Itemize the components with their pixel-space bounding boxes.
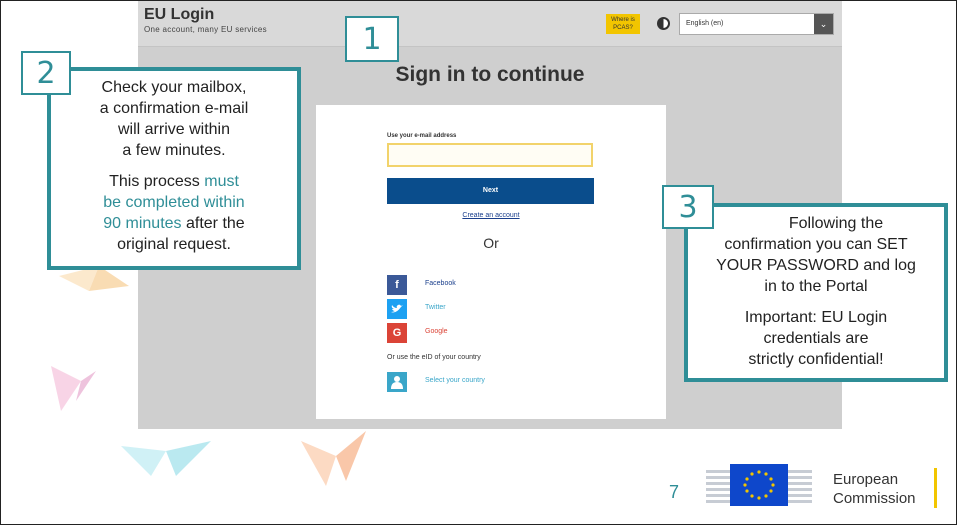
origami-bird-decoration <box>121 441 211 476</box>
callout-2-line: a few minutes. <box>122 142 226 159</box>
callout-2-line: This process must <box>109 173 239 190</box>
callout-3-line: Important: EU Login <box>744 309 888 326</box>
callout-3-number: 3 <box>662 185 714 229</box>
google-label: Google <box>425 328 448 335</box>
login-card: Use your e-mail address Next Create an a… <box>316 105 666 419</box>
twitter-login-button[interactable]: Twitter <box>387 299 527 319</box>
email-label: Use your e-mail address <box>387 133 457 139</box>
google-login-button[interactable]: G Google <box>387 323 527 343</box>
european-commission-logo: European Commission <box>706 456 938 516</box>
origami-bird-decoration <box>51 366 96 411</box>
logo-text-line2: Commission <box>833 490 916 507</box>
callout-3-line: credentials are <box>763 330 869 347</box>
origami-bird-decoration <box>301 431 366 486</box>
callout-2-line: original request. <box>117 236 231 253</box>
select-country-button[interactable]: Select your country <box>387 372 527 392</box>
create-account-link[interactable]: Create an account <box>316 212 666 219</box>
highlight-text: be completed within <box>103 194 245 211</box>
facebook-icon: f <box>387 275 407 295</box>
top-bar: EU Login One account, many EU services W… <box>138 1 842 47</box>
brand-subtitle: One account, many EU services <box>144 25 267 34</box>
google-icon: G <box>387 323 407 343</box>
callout-3-line: YOUR PASSWORD and log <box>716 257 916 274</box>
next-button[interactable]: Next <box>387 178 594 204</box>
chevron-down-icon[interactable]: ⌄ <box>814 14 833 34</box>
select-country-label: Select your country <box>425 377 485 384</box>
callout-3-line: Following the <box>788 215 884 232</box>
callout-2-line: a confirmation e-mail <box>99 100 249 117</box>
email-field[interactable] <box>387 143 593 167</box>
eid-label: Or use the eID of your country <box>387 354 481 361</box>
callout-2-line: 90 minutes after the <box>103 215 245 232</box>
page-number: 7 <box>669 482 680 502</box>
highlight-text: must <box>204 173 239 190</box>
brand-title: EU Login <box>144 6 215 23</box>
callout-2: Check your mailbox, a confirmation e-mai… <box>47 67 301 270</box>
contrast-icon[interactable] <box>657 17 670 30</box>
language-value: English (en) <box>686 20 724 27</box>
language-select[interactable]: English (en) ⌄ <box>679 13 834 35</box>
callout-3-line: confirmation you can SET <box>724 236 908 253</box>
callout-2-line: will arrive within <box>117 121 231 138</box>
person-icon <box>387 372 407 392</box>
facebook-label: Facebook <box>425 280 456 287</box>
callout-2-line: Check your mailbox, <box>101 79 247 96</box>
twitter-label: Twitter <box>425 304 446 311</box>
callout-3-line: in to the Portal <box>764 278 868 295</box>
callout-2-number: 2 <box>21 51 71 95</box>
ec-logo-graphic <box>706 464 937 508</box>
callout-3: Following the confirmation you can SET Y… <box>684 203 948 382</box>
twitter-icon <box>387 299 407 319</box>
slide: EU Login One account, many EU services W… <box>0 0 957 525</box>
callout-1-number: 1 <box>345 16 399 62</box>
or-divider: Or <box>483 235 499 251</box>
facebook-login-button[interactable]: f Facebook <box>387 275 527 295</box>
callout-3-line: strictly confidential! <box>748 351 884 368</box>
logo-text-line1: European <box>833 471 899 488</box>
highlight-text: 90 minutes <box>103 215 182 232</box>
help-badge[interactable]: Where is PCAS? <box>606 14 640 34</box>
